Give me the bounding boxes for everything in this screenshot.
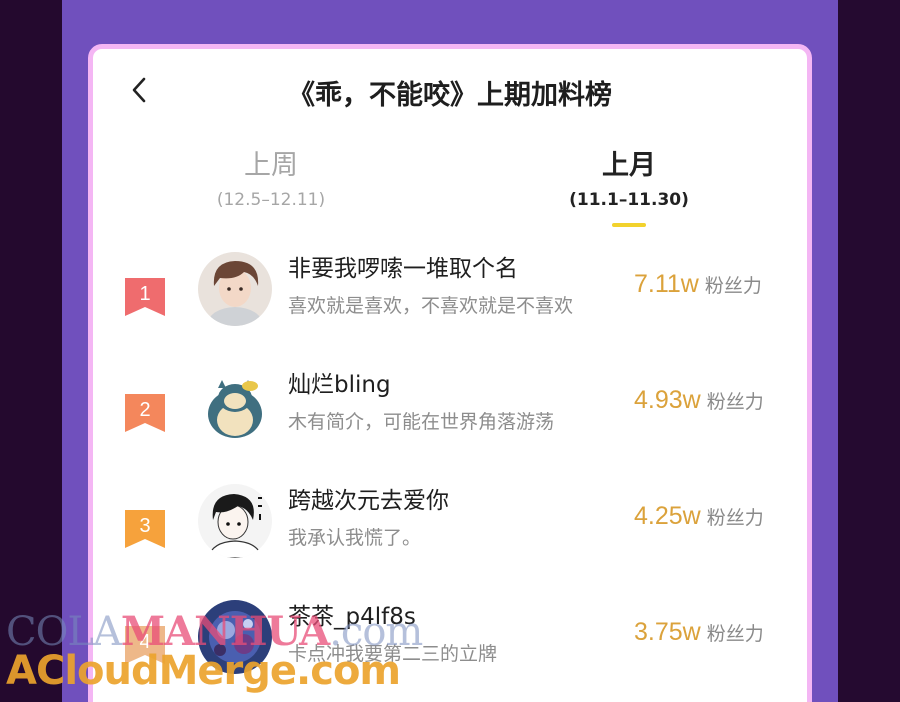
avatar-boy-illustration-icon[interactable]	[198, 252, 272, 326]
ranking-row[interactable]: 3 跨越次元去爱你 我承认我慌了。 4.25w 粉丝力	[93, 484, 807, 600]
user-bio: 喜欢就是喜欢，不喜欢就是不喜欢	[288, 295, 574, 317]
fan-power-stat: 4.25w 粉丝力	[634, 502, 764, 531]
fan-power-amount: 3.75w	[634, 618, 701, 646]
rank-badge: 1	[125, 278, 165, 316]
fan-power-amount: 7.11w	[634, 270, 699, 298]
fan-power-unit: 粉丝力	[706, 391, 764, 413]
fan-power-unit: 粉丝力	[706, 507, 764, 529]
fan-power-unit: 粉丝力	[706, 623, 764, 645]
rank-badge: 3	[125, 510, 165, 548]
user-bio: 木有简介，可能在世界角落游荡	[288, 411, 555, 433]
user-name: 非要我啰嗦一堆取个名	[288, 256, 518, 282]
ranking-row[interactable]: 2 灿烂bling 木有简介，可能在世界角落游荡 4.93w 粉丝力	[93, 368, 807, 484]
rank-number: 1	[139, 283, 151, 305]
user-name: 灿烂bling	[288, 372, 391, 398]
user-bio: 我承认我慌了。	[288, 527, 422, 549]
tab-last-month[interactable]: 上月 (11.1–11.30)	[529, 147, 729, 227]
fan-power-stat: 7.11w 粉丝力	[634, 270, 762, 299]
right-background	[838, 0, 900, 702]
avatar-sketch-boy-icon[interactable]	[198, 484, 272, 558]
fan-power-amount: 4.93w	[634, 386, 701, 414]
tab-date-range: (12.5–12.11)	[216, 190, 326, 210]
active-tab-indicator	[612, 223, 646, 227]
avatar-snorlax-illustration-icon[interactable]	[198, 368, 272, 442]
rank-number: 3	[139, 515, 151, 537]
tab-label: 上月	[602, 150, 656, 181]
page-title: 《乖，不能咬》上期加料榜	[288, 80, 612, 111]
ranking-row[interactable]: 1 非要我啰嗦一堆取个名 喜欢就是喜欢，不喜欢就是不喜欢 7.11w 粉丝力	[93, 252, 807, 368]
user-name: 跨越次元去爱你	[288, 488, 449, 514]
left-background	[0, 0, 62, 702]
fan-power-unit: 粉丝力	[704, 275, 762, 297]
fan-power-stat: 3.75w 粉丝力	[634, 618, 764, 647]
tab-date-range: (11.1–11.30)	[569, 190, 689, 210]
fan-power-amount: 4.25w	[634, 502, 701, 530]
watermark-acloudmerge: ACloudMerge.com	[6, 648, 401, 694]
tab-label: 上周	[244, 150, 298, 181]
ranking-panel: 《乖，不能咬》上期加料榜 上周 (12.5–12.11) 上月 (11.1–11…	[88, 44, 812, 702]
rank-badge: 2	[125, 394, 165, 432]
fan-power-stat: 4.93w 粉丝力	[634, 386, 764, 415]
rank-number: 2	[139, 399, 151, 421]
tab-last-week[interactable]: 上周 (12.5–12.11)	[171, 147, 371, 213]
